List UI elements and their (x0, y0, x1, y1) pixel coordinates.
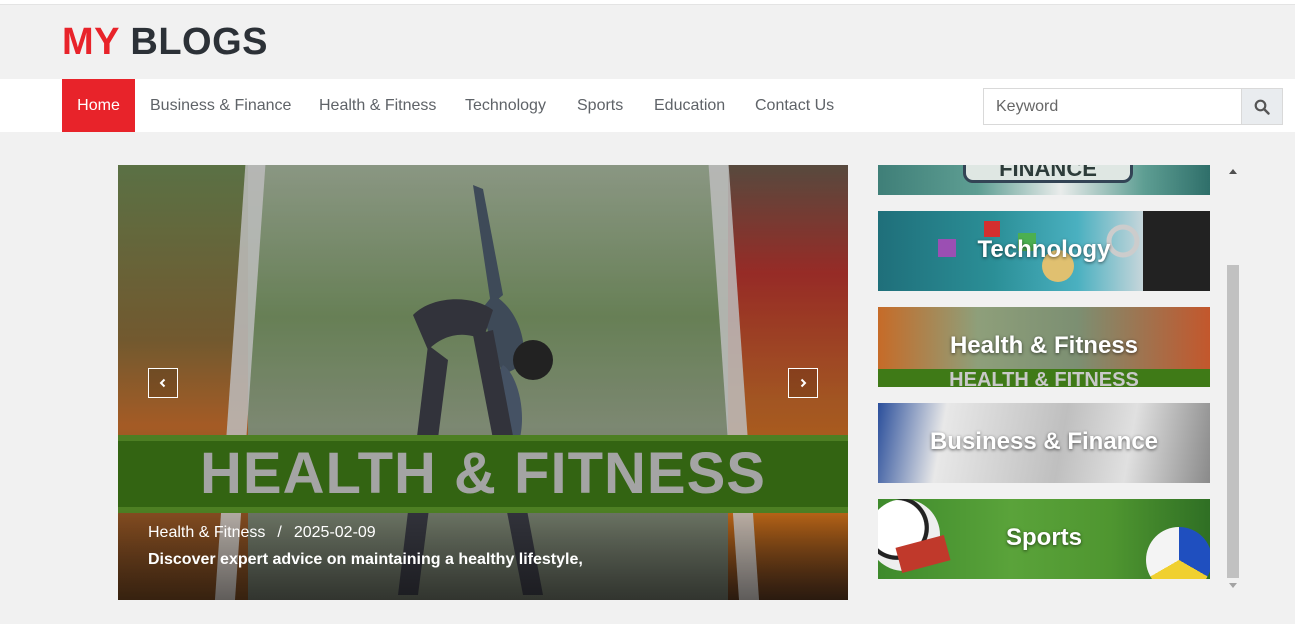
category-title-sports: Sports (1005, 524, 1082, 551)
search-button[interactable] (1241, 88, 1283, 125)
category-card-finance-partial[interactable]: FINANCE (878, 165, 1210, 195)
hero-separator: / (277, 524, 282, 541)
site-logo[interactable]: MY BLOGS (62, 22, 268, 62)
scrollbar-thumb[interactable] (1227, 265, 1239, 578)
top-rule (0, 0, 1295, 5)
nav-health-fitness[interactable]: Health & Fitness (304, 79, 451, 132)
category-card-technology[interactable]: Technology (878, 211, 1210, 291)
nav-technology[interactable]: Technology (450, 79, 561, 132)
category-title-health-fitness: Health & Fitness (949, 332, 1139, 359)
category-card-business-finance[interactable]: Business & Finance (878, 403, 1210, 483)
chevron-left-icon (159, 378, 166, 388)
nav-education[interactable]: Education (639, 79, 740, 132)
nav-sports[interactable]: Sports (562, 79, 638, 132)
category-title-business-finance: Business & Finance (929, 428, 1159, 455)
scroll-up-arrow-icon[interactable] (1229, 169, 1237, 174)
hero-caption-meta: Health & Fitness / 2025-02-09 (148, 524, 376, 542)
hero-description[interactable]: Discover expert advice on maintaining a … (148, 551, 583, 569)
search-icon (1254, 99, 1270, 115)
hero-slider[interactable]: HEALTH & FITNESS Health & Fitness/2025-0… (118, 165, 848, 600)
hero-category-link[interactable]: Health & Fitness (148, 524, 265, 541)
logo-blogs: BLOGS (130, 21, 269, 63)
slider-prev-button[interactable] (148, 368, 178, 398)
finance-image-text: FINANCE (963, 165, 1133, 183)
nav-business-finance[interactable]: Business & Finance (135, 79, 306, 132)
category-title-technology: Technology (977, 236, 1111, 263)
chevron-right-icon (800, 378, 807, 388)
hero-date: 2025-02-09 (293, 524, 376, 541)
category-list-scrollbar[interactable] (1225, 165, 1242, 593)
slider-next-button[interactable] (788, 368, 818, 398)
search-input[interactable] (983, 88, 1242, 125)
logo-my: MY (62, 21, 120, 63)
nav-contact-us[interactable]: Contact Us (740, 79, 849, 132)
nav-home[interactable]: Home (62, 79, 135, 132)
category-card-health-fitness[interactable]: HEALTH & FITNESS Health & Fitness (878, 307, 1210, 387)
category-list: FINANCE Technology HEALTH & FITNESS Heal… (878, 165, 1225, 593)
scroll-down-arrow-icon[interactable] (1229, 583, 1237, 588)
category-card-sports[interactable]: Sports (878, 499, 1210, 579)
